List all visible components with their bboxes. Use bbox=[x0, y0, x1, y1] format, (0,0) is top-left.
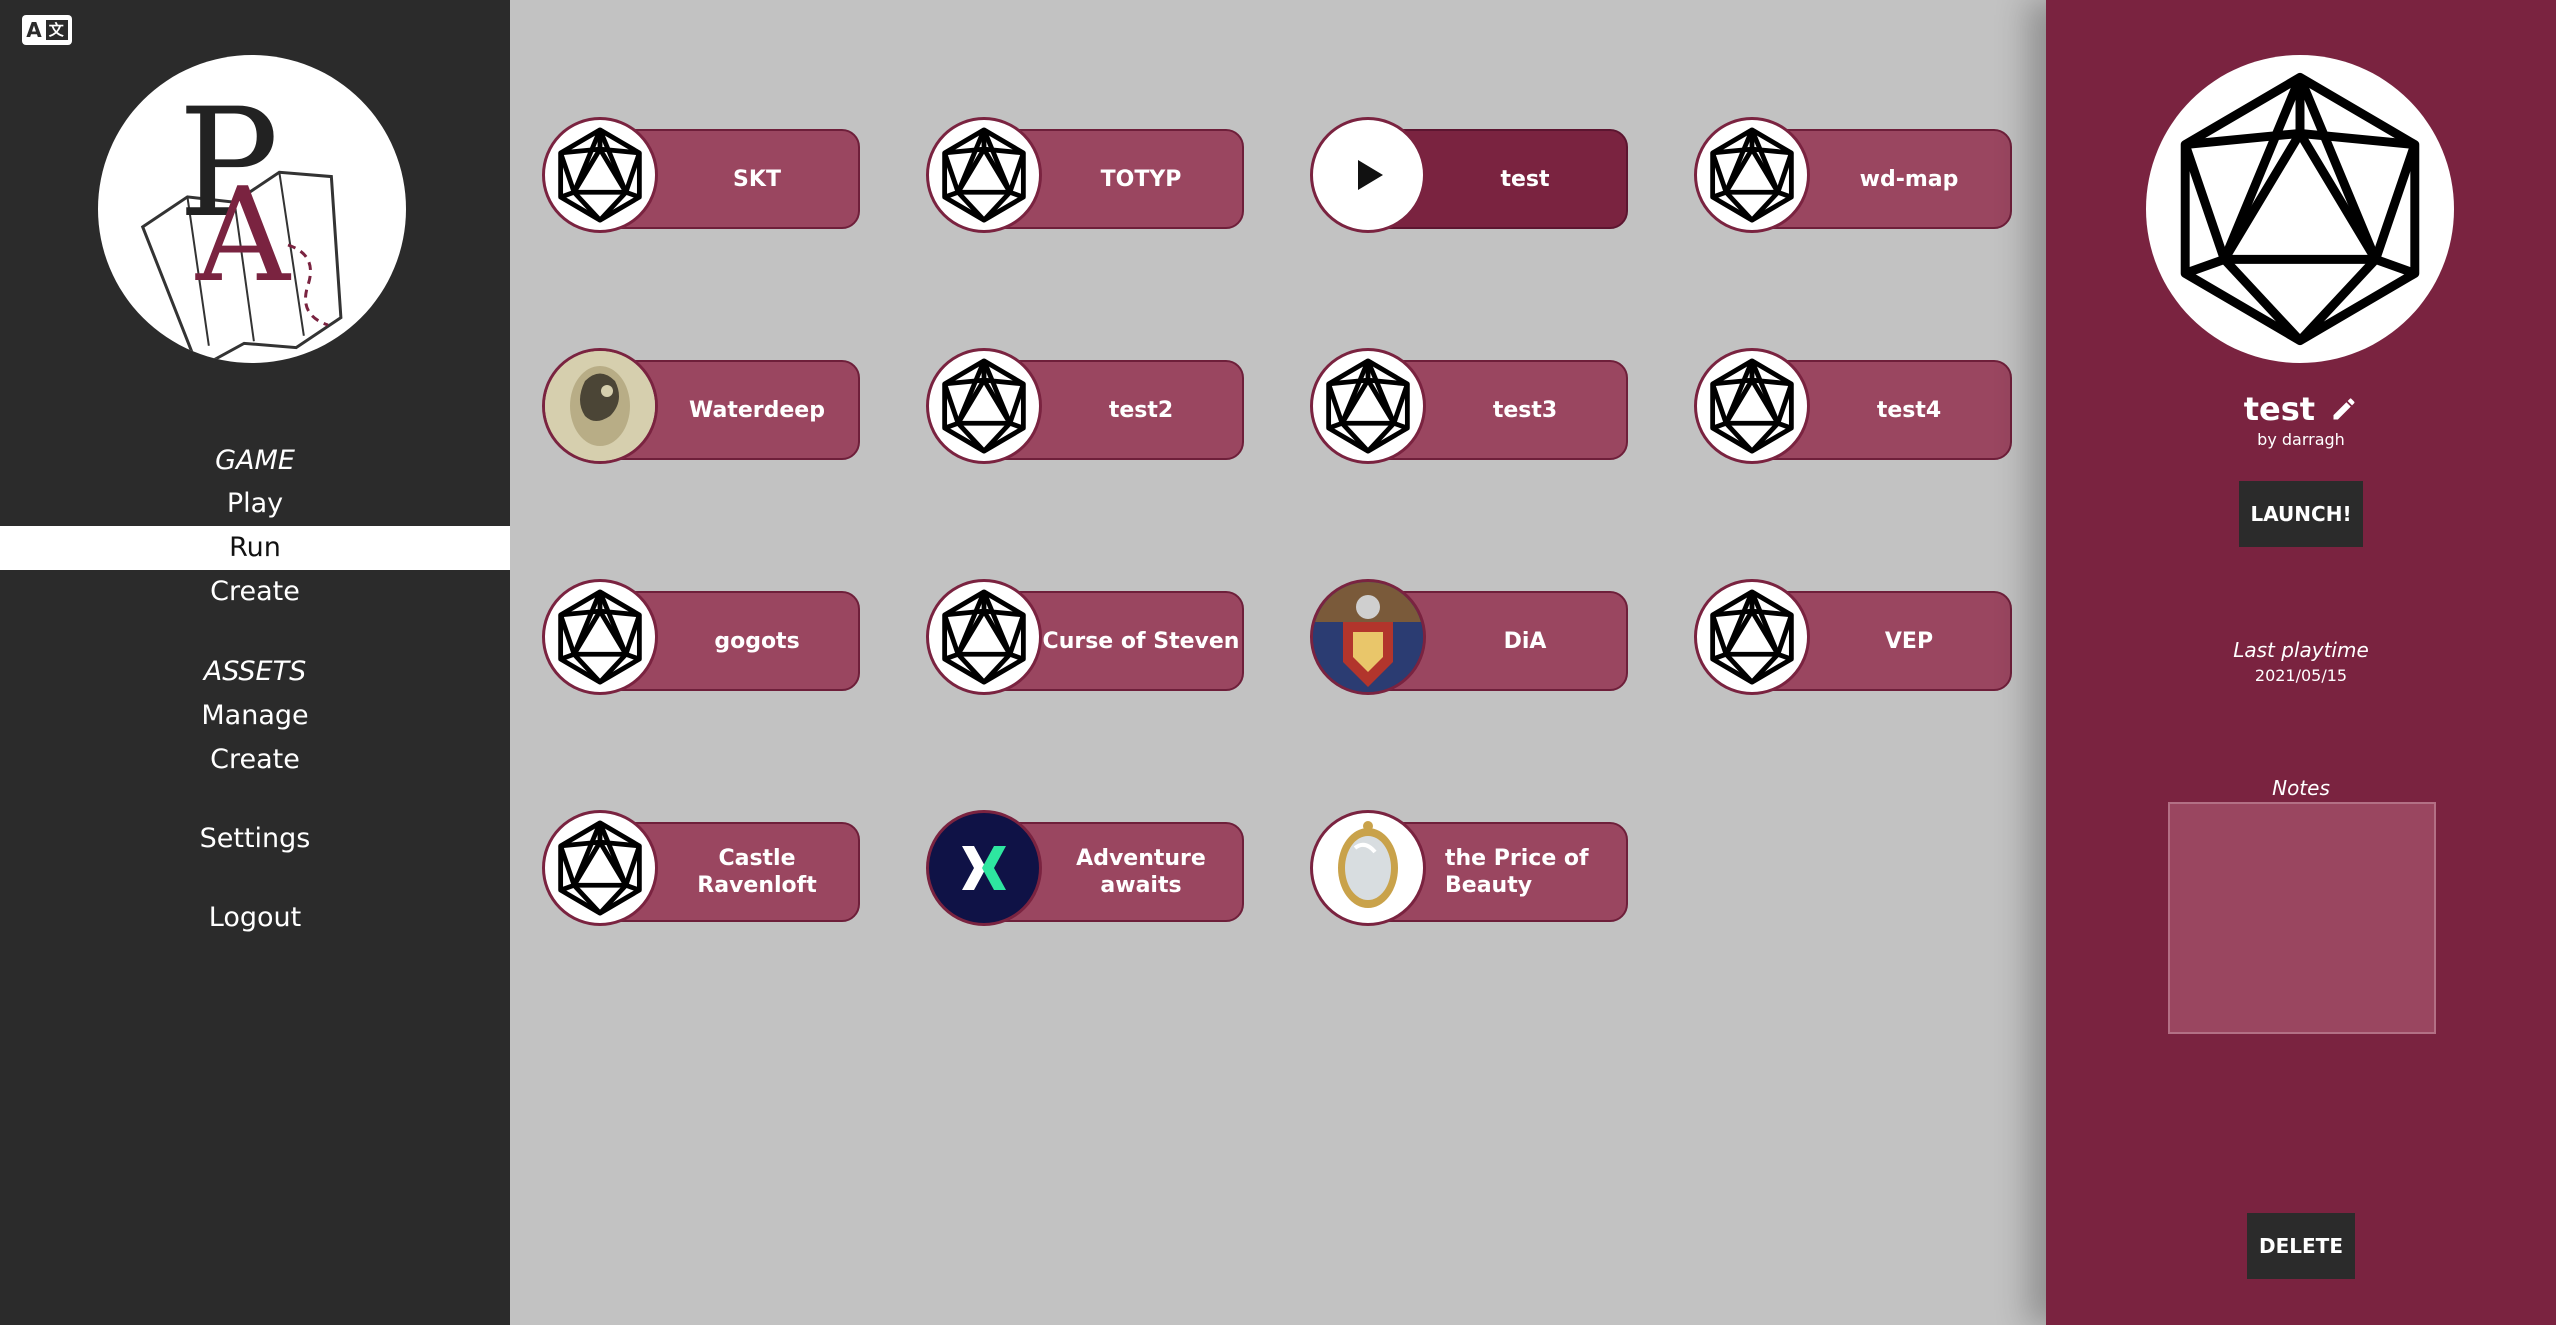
d20-icon bbox=[542, 810, 658, 926]
game-card[interactable]: gogots bbox=[542, 579, 862, 695]
notes-label: Notes bbox=[2272, 776, 2330, 800]
game-card[interactable]: test2 bbox=[926, 348, 1246, 464]
game-card-title: wd-map bbox=[1859, 166, 1959, 192]
game-card-title: Waterdeep bbox=[689, 397, 825, 423]
d20-icon bbox=[926, 579, 1042, 695]
d20-icon bbox=[1694, 579, 1810, 695]
language-toggle-button[interactable]: A文 bbox=[22, 15, 72, 45]
game-card-title: SKT bbox=[733, 166, 781, 192]
game-card[interactable]: DiA bbox=[1310, 579, 1630, 695]
d20-icon bbox=[926, 348, 1042, 464]
game-card[interactable]: test4 bbox=[1694, 348, 2014, 464]
nav-heading-game: GAME bbox=[215, 445, 295, 476]
game-card[interactable]: test bbox=[1310, 117, 1630, 233]
map-logo-icon: P A bbox=[140, 77, 343, 363]
game-card-title: gogots bbox=[714, 628, 800, 654]
nav-item-run[interactable]: Run bbox=[0, 526, 510, 570]
game-card[interactable]: test3 bbox=[1310, 348, 1630, 464]
game-card[interactable]: VEP bbox=[1694, 579, 2014, 695]
nav-item-play[interactable]: Play bbox=[0, 482, 510, 526]
game-card-title: test bbox=[1500, 166, 1550, 192]
game-card-title: TOTYP bbox=[1100, 166, 1182, 192]
game-detail-image bbox=[2146, 55, 2454, 363]
nav-heading-assets: ASSETS bbox=[203, 656, 307, 687]
game-card-title: Adventure awaits bbox=[1076, 846, 1206, 898]
d20-icon bbox=[2180, 72, 2420, 346]
last-playtime-value: 2021/05/15 bbox=[2254, 666, 2348, 685]
game-title: test bbox=[2046, 390, 2556, 428]
sidebar: A文 P A GAME Play Run Create ASSETS Manag… bbox=[0, 0, 510, 1325]
game-card[interactable]: Adventure awaits bbox=[926, 810, 1246, 926]
launch-button[interactable]: LAUNCH! bbox=[2239, 481, 2363, 547]
game-detail-panel: test by darragh LAUNCH! Last playtime 20… bbox=[2046, 0, 2556, 1325]
waterdeep-image bbox=[542, 348, 658, 464]
delete-button[interactable]: DELETE bbox=[2247, 1213, 2355, 1279]
nav-item-logout[interactable]: Logout bbox=[0, 896, 510, 940]
adventure-logo bbox=[926, 810, 1042, 926]
dia-image bbox=[1310, 579, 1426, 695]
game-card[interactable]: TOTYP bbox=[926, 117, 1246, 233]
game-card[interactable]: Curse of Steven bbox=[926, 579, 1246, 695]
nav-item-create-game[interactable]: Create bbox=[0, 570, 510, 614]
d20-icon bbox=[542, 117, 658, 233]
game-card-title: test4 bbox=[1876, 397, 1942, 423]
game-card[interactable]: Waterdeep bbox=[542, 348, 862, 464]
nav-item-settings[interactable]: Settings bbox=[0, 817, 510, 861]
game-card-title: the Price of Beauty bbox=[1445, 846, 1589, 898]
game-title-text: test bbox=[2243, 390, 2316, 428]
game-card[interactable]: Castle Ravenloft bbox=[542, 810, 862, 926]
language-toggle-label: A bbox=[26, 18, 43, 42]
game-card-title: DiA bbox=[1503, 628, 1547, 654]
game-card-title: test3 bbox=[1492, 397, 1558, 423]
d20-icon bbox=[1694, 117, 1810, 233]
edit-pencil-icon[interactable] bbox=[2330, 395, 2358, 423]
d20-icon bbox=[926, 117, 1042, 233]
game-card-title: Curse of Steven bbox=[1042, 628, 1240, 654]
game-card-title: Castle Ravenloft bbox=[697, 846, 817, 898]
app-logo[interactable]: P A bbox=[98, 55, 406, 363]
nav-item-manage[interactable]: Manage bbox=[0, 694, 510, 738]
play-icon[interactable] bbox=[1310, 117, 1426, 233]
game-card-title: test2 bbox=[1108, 397, 1174, 423]
game-card[interactable]: SKT bbox=[542, 117, 862, 233]
mirror-image bbox=[1310, 810, 1426, 926]
svg-text:A: A bbox=[195, 159, 292, 311]
nav-item-create-asset[interactable]: Create bbox=[0, 738, 510, 782]
game-card[interactable]: the Price of Beauty bbox=[1310, 810, 1630, 926]
d20-icon bbox=[1310, 348, 1426, 464]
d20-icon bbox=[1694, 348, 1810, 464]
game-card[interactable]: wd-map bbox=[1694, 117, 2014, 233]
game-author: by darragh bbox=[2257, 430, 2345, 449]
notes-textarea[interactable] bbox=[2168, 802, 2436, 1034]
translate-icon: 文 bbox=[45, 20, 68, 40]
d20-icon bbox=[542, 579, 658, 695]
game-card-title: VEP bbox=[1884, 628, 1934, 654]
last-playtime-label: Last playtime bbox=[2233, 638, 2369, 662]
